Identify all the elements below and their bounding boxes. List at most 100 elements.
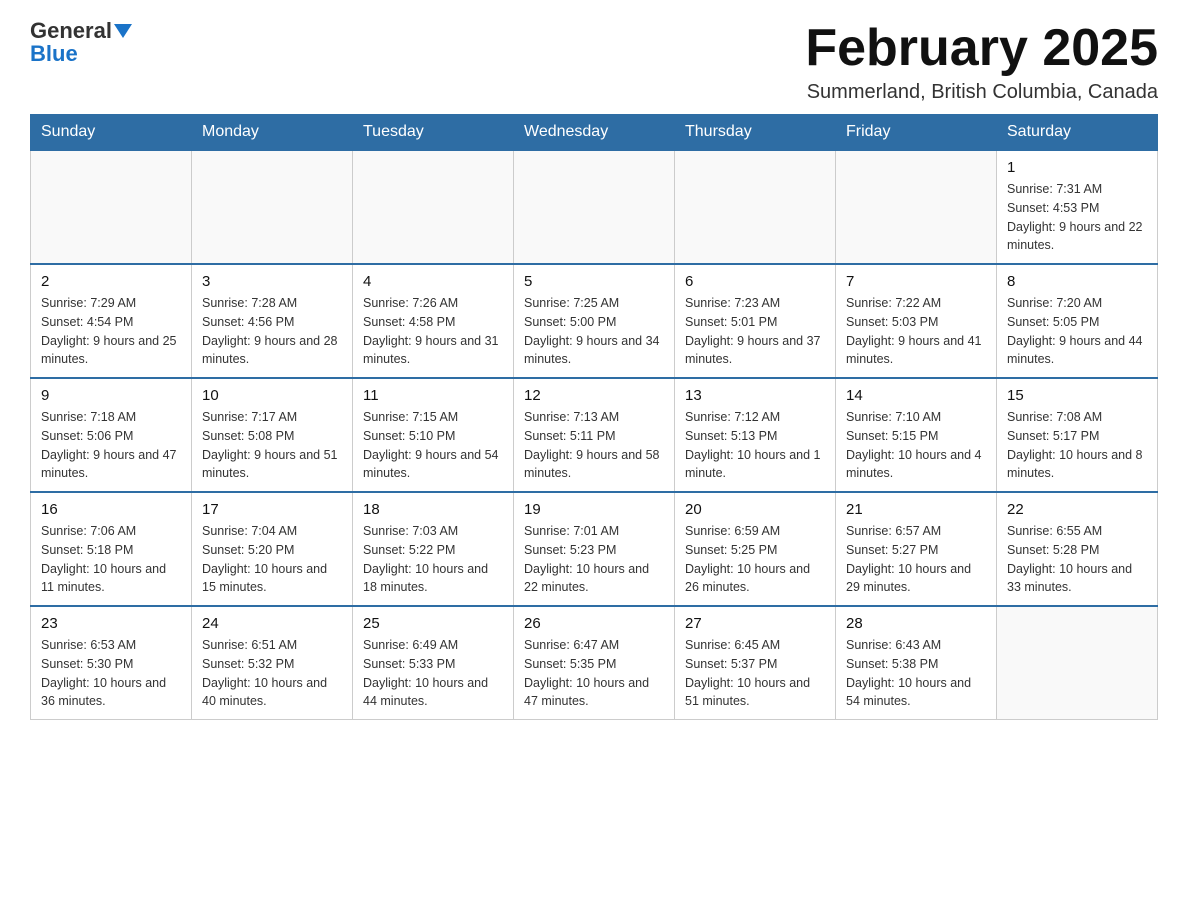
day-info: Sunrise: 7:17 AM Sunset: 5:08 PM Dayligh… bbox=[202, 408, 342, 483]
day-info: Sunrise: 6:51 AM Sunset: 5:32 PM Dayligh… bbox=[202, 636, 342, 711]
day-info: Sunrise: 7:06 AM Sunset: 5:18 PM Dayligh… bbox=[41, 522, 181, 597]
calendar-cell: 23 Sunrise: 6:53 AM Sunset: 5:30 PM Dayli… bbox=[31, 606, 192, 720]
day-info: Sunrise: 7:22 AM Sunset: 5:03 PM Dayligh… bbox=[846, 294, 986, 369]
calendar-cell bbox=[997, 606, 1158, 720]
day-number: 13 bbox=[685, 387, 825, 404]
day-number: 22 bbox=[1007, 501, 1147, 518]
day-number: 23 bbox=[41, 615, 181, 632]
day-number: 4 bbox=[363, 273, 503, 290]
day-number: 27 bbox=[685, 615, 825, 632]
calendar-cell: 6 Sunrise: 7:23 AM Sunset: 5:01 PM Daylig… bbox=[675, 264, 836, 378]
logo-general: General bbox=[30, 18, 112, 43]
calendar-cell: 21 Sunrise: 6:57 AM Sunset: 5:27 PM Dayli… bbox=[836, 492, 997, 606]
day-info: Sunrise: 7:04 AM Sunset: 5:20 PM Dayligh… bbox=[202, 522, 342, 597]
weekday-header-wednesday: Wednesday bbox=[514, 115, 675, 151]
day-info: Sunrise: 6:57 AM Sunset: 5:27 PM Dayligh… bbox=[846, 522, 986, 597]
calendar-cell: 12 Sunrise: 7:13 AM Sunset: 5:11 PM Dayli… bbox=[514, 378, 675, 492]
day-number: 12 bbox=[524, 387, 664, 404]
weekday-header-row: SundayMondayTuesdayWednesdayThursdayFrid… bbox=[31, 115, 1158, 151]
calendar-cell: 8 Sunrise: 7:20 AM Sunset: 5:05 PM Daylig… bbox=[997, 264, 1158, 378]
day-number: 8 bbox=[1007, 273, 1147, 290]
calendar-cell bbox=[192, 150, 353, 264]
day-info: Sunrise: 6:45 AM Sunset: 5:37 PM Dayligh… bbox=[685, 636, 825, 711]
calendar-cell: 14 Sunrise: 7:10 AM Sunset: 5:15 PM Dayli… bbox=[836, 378, 997, 492]
day-number: 24 bbox=[202, 615, 342, 632]
day-info: Sunrise: 6:59 AM Sunset: 5:25 PM Dayligh… bbox=[685, 522, 825, 597]
logo: General Blue bbox=[30, 20, 132, 65]
day-info: Sunrise: 6:53 AM Sunset: 5:30 PM Dayligh… bbox=[41, 636, 181, 711]
weekday-header-monday: Monday bbox=[192, 115, 353, 151]
weekday-header-sunday: Sunday bbox=[31, 115, 192, 151]
calendar-cell: 3 Sunrise: 7:28 AM Sunset: 4:56 PM Daylig… bbox=[192, 264, 353, 378]
day-number: 10 bbox=[202, 387, 342, 404]
calendar-cell bbox=[836, 150, 997, 264]
calendar-cell: 2 Sunrise: 7:29 AM Sunset: 4:54 PM Daylig… bbox=[31, 264, 192, 378]
day-number: 19 bbox=[524, 501, 664, 518]
day-number: 17 bbox=[202, 501, 342, 518]
calendar-cell: 7 Sunrise: 7:22 AM Sunset: 5:03 PM Daylig… bbox=[836, 264, 997, 378]
day-info: Sunrise: 7:23 AM Sunset: 5:01 PM Dayligh… bbox=[685, 294, 825, 369]
logo-blue: Blue bbox=[30, 43, 78, 65]
calendar-cell bbox=[353, 150, 514, 264]
day-number: 26 bbox=[524, 615, 664, 632]
day-info: Sunrise: 7:15 AM Sunset: 5:10 PM Dayligh… bbox=[363, 408, 503, 483]
day-info: Sunrise: 7:31 AM Sunset: 4:53 PM Dayligh… bbox=[1007, 180, 1147, 255]
calendar-cell: 27 Sunrise: 6:45 AM Sunset: 5:37 PM Dayli… bbox=[675, 606, 836, 720]
calendar-cell bbox=[514, 150, 675, 264]
calendar-cell: 13Sunrise: 7:12 AM Sunset: 5:13 PM Dayli… bbox=[675, 378, 836, 492]
day-info: Sunrise: 6:55 AM Sunset: 5:28 PM Dayligh… bbox=[1007, 522, 1147, 597]
day-info: Sunrise: 6:47 AM Sunset: 5:35 PM Dayligh… bbox=[524, 636, 664, 711]
calendar-cell: 25Sunrise: 6:49 AM Sunset: 5:33 PM Dayli… bbox=[353, 606, 514, 720]
calendar-cell: 16 Sunrise: 7:06 AM Sunset: 5:18 PM Dayli… bbox=[31, 492, 192, 606]
calendar-cell: 19 Sunrise: 7:01 AM Sunset: 5:23 PM Dayli… bbox=[514, 492, 675, 606]
calendar-cell: 18 Sunrise: 7:03 AM Sunset: 5:22 PM Dayli… bbox=[353, 492, 514, 606]
calendar-cell bbox=[31, 150, 192, 264]
logo-text: General bbox=[30, 20, 132, 43]
calendar-cell: 28 Sunrise: 6:43 AM Sunset: 5:38 PM Dayli… bbox=[836, 606, 997, 720]
day-number: 11 bbox=[363, 387, 503, 404]
day-number: 14 bbox=[846, 387, 986, 404]
day-number: 28 bbox=[846, 615, 986, 632]
day-info: Sunrise: 7:10 AM Sunset: 5:15 PM Dayligh… bbox=[846, 408, 986, 483]
day-info: Sunrise: 7:29 AM Sunset: 4:54 PM Dayligh… bbox=[41, 294, 181, 369]
day-info: Sunrise: 7:01 AM Sunset: 5:23 PM Dayligh… bbox=[524, 522, 664, 597]
day-number: 25 bbox=[363, 615, 503, 632]
calendar-cell: 1Sunrise: 7:31 AM Sunset: 4:53 PM Daylig… bbox=[997, 150, 1158, 264]
calendar-cell: 5 Sunrise: 7:25 AM Sunset: 5:00 PM Daylig… bbox=[514, 264, 675, 378]
week-row-3: 9 Sunrise: 7:18 AM Sunset: 5:06 PM Daylig… bbox=[31, 378, 1158, 492]
day-info: Sunrise: 7:25 AM Sunset: 5:00 PM Dayligh… bbox=[524, 294, 664, 369]
day-info: Sunrise: 7:28 AM Sunset: 4:56 PM Dayligh… bbox=[202, 294, 342, 369]
day-info: Sunrise: 7:13 AM Sunset: 5:11 PM Dayligh… bbox=[524, 408, 664, 483]
weekday-header-saturday: Saturday bbox=[997, 115, 1158, 151]
day-number: 20 bbox=[685, 501, 825, 518]
calendar-cell: 24 Sunrise: 6:51 AM Sunset: 5:32 PM Dayli… bbox=[192, 606, 353, 720]
weekday-header-friday: Friday bbox=[836, 115, 997, 151]
day-info: Sunrise: 7:20 AM Sunset: 5:05 PM Dayligh… bbox=[1007, 294, 1147, 369]
weekday-header-thursday: Thursday bbox=[675, 115, 836, 151]
day-number: 9 bbox=[41, 387, 181, 404]
day-number: 3 bbox=[202, 273, 342, 290]
day-number: 21 bbox=[846, 501, 986, 518]
calendar-cell bbox=[675, 150, 836, 264]
day-number: 18 bbox=[363, 501, 503, 518]
day-number: 15 bbox=[1007, 387, 1147, 404]
day-number: 2 bbox=[41, 273, 181, 290]
calendar-cell: 17 Sunrise: 7:04 AM Sunset: 5:20 PM Dayli… bbox=[192, 492, 353, 606]
calendar-cell: 4 Sunrise: 7:26 AM Sunset: 4:58 PM Daylig… bbox=[353, 264, 514, 378]
week-row-2: 2 Sunrise: 7:29 AM Sunset: 4:54 PM Daylig… bbox=[31, 264, 1158, 378]
day-info: Sunrise: 7:26 AM Sunset: 4:58 PM Dayligh… bbox=[363, 294, 503, 369]
day-number: 5 bbox=[524, 273, 664, 290]
day-info: Sunrise: 7:18 AM Sunset: 5:06 PM Dayligh… bbox=[41, 408, 181, 483]
location: Summerland, British Columbia, Canada bbox=[805, 81, 1158, 104]
calendar-cell: 22 Sunrise: 6:55 AM Sunset: 5:28 PM Dayli… bbox=[997, 492, 1158, 606]
logo-triangle-icon bbox=[114, 24, 132, 38]
calendar-cell: 10 Sunrise: 7:17 AM Sunset: 5:08 PM Dayli… bbox=[192, 378, 353, 492]
day-number: 16 bbox=[41, 501, 181, 518]
calendar-cell: 26 Sunrise: 6:47 AM Sunset: 5:35 PM Dayli… bbox=[514, 606, 675, 720]
day-number: 6 bbox=[685, 273, 825, 290]
month-title: February 2025 bbox=[805, 20, 1158, 77]
calendar-cell: 9 Sunrise: 7:18 AM Sunset: 5:06 PM Daylig… bbox=[31, 378, 192, 492]
day-info: Sunrise: 6:43 AM Sunset: 5:38 PM Dayligh… bbox=[846, 636, 986, 711]
day-info: Sunrise: 7:03 AM Sunset: 5:22 PM Dayligh… bbox=[363, 522, 503, 597]
day-number: 7 bbox=[846, 273, 986, 290]
